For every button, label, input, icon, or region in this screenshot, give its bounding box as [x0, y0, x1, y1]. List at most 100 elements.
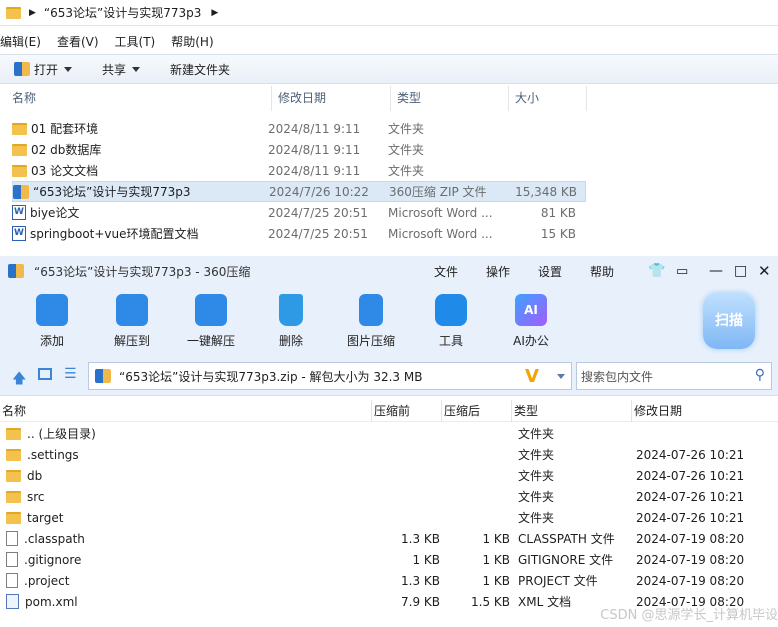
item-type: 文件夹: [388, 143, 425, 157]
col-before[interactable]: 压缩前: [372, 399, 442, 422]
chevron-right-icon[interactable]: ▶: [211, 8, 218, 18]
close-icon[interactable]: ✕: [758, 262, 771, 280]
add-button[interactable]: 添加: [17, 294, 87, 349]
table-row[interactable]: .settings 文件夹 2024-07-26 10:21: [0, 444, 778, 465]
ai-office-button[interactable]: AI AI办公: [496, 294, 566, 349]
item-name: biye论文: [30, 206, 80, 220]
row-name: .classpath: [24, 531, 85, 546]
folder-icon: [6, 490, 21, 503]
minimize-icon[interactable]: —: [709, 263, 723, 279]
row-before: 1 KB: [412, 552, 440, 567]
image-compress-button[interactable]: 图片压缩: [336, 294, 406, 349]
item-type: Microsoft Word ...: [388, 226, 493, 241]
tools-button[interactable]: 工具: [416, 294, 486, 349]
folder-icon: [6, 469, 21, 482]
extract-to-label: 解压到: [113, 334, 150, 348]
new-folder-button[interactable]: 新建文件夹: [162, 57, 238, 81]
zip-icon: [95, 369, 111, 383]
row-after: 1 KB: [482, 552, 510, 567]
table-row[interactable]: .project 1.3 KB 1 KB PROJECT 文件 2024-07-…: [0, 570, 778, 591]
menu-view[interactable]: 查看(V): [57, 33, 107, 50]
item-date: 2024/8/11 9:11: [268, 142, 361, 157]
item-date: 2024/8/11 9:11: [268, 121, 361, 136]
col-name[interactable]: 名称: [0, 86, 272, 111]
scan-button[interactable]: 扫描: [703, 293, 755, 349]
chevron-down-icon[interactable]: [557, 373, 565, 379]
table-row[interactable]: .classpath 1.3 KB 1 KB CLASSPATH 文件 2024…: [0, 528, 778, 549]
col-type[interactable]: 类型: [512, 399, 632, 422]
table-row[interactable]: .. (上级目录) 文件夹: [0, 423, 778, 444]
list-item[interactable]: Wspringboot+vue环境配置文档 2024/7/25 20:51 Mi…: [12, 223, 586, 244]
zip-icon: [13, 184, 29, 199]
share-button[interactable]: 共享: [94, 57, 148, 81]
explorer-address-bar[interactable]: ▶ “653论坛”设计与实现773p3 ▶: [0, 0, 778, 26]
up-arrow-icon[interactable]: 🡅: [12, 368, 26, 392]
one-click-extract-button[interactable]: 一键解压: [176, 294, 246, 349]
col-date[interactable]: 修改日期: [632, 400, 772, 422]
zip-titlebar: “653论坛”设计与实现773p3 - 360压缩 文件 操作 设置 帮助 👕 …: [0, 256, 778, 286]
folder-icon: [6, 448, 21, 461]
caret-down-icon: [132, 66, 141, 72]
folder-icon: [6, 427, 21, 440]
view-icon[interactable]: [38, 368, 52, 380]
list-item[interactable]: 01 配套环境 2024/8/11 9:11 文件夹: [12, 118, 586, 139]
maximize-icon[interactable]: □: [734, 263, 747, 279]
item-size: 15,348 KB: [515, 184, 577, 199]
table-row[interactable]: db 文件夹 2024-07-26 10:21: [0, 465, 778, 486]
search-input[interactable]: 搜索包内文件 ⚲: [576, 362, 772, 390]
list-item[interactable]: 02 db数据库 2024/8/11 9:11 文件夹: [12, 139, 586, 160]
row-name: .gitignore: [24, 552, 82, 567]
row-after: 1 KB: [482, 531, 510, 546]
item-size: 81 KB: [540, 205, 576, 220]
menu-file[interactable]: 文件: [434, 263, 458, 280]
row-date: 2024-07-26 10:21: [636, 447, 745, 462]
menu-tools[interactable]: 工具(T): [115, 33, 164, 50]
message-icon[interactable]: ▭: [676, 264, 688, 279]
explorer-menubar: 编辑(E) 查看(V) 工具(T) 帮助(H): [0, 30, 778, 52]
explorer-column-header: 名称 修改日期 类型 大小: [0, 86, 590, 111]
search-icon[interactable]: ⚲: [755, 367, 765, 383]
row-name: target: [27, 510, 64, 525]
file-icon: [6, 552, 18, 567]
col-size[interactable]: 大小: [509, 86, 587, 111]
menu-settings[interactable]: 设置: [538, 263, 562, 280]
search-placeholder: 搜索包内文件: [581, 369, 654, 384]
row-name: pom.xml: [25, 594, 78, 609]
table-row[interactable]: .gitignore 1 KB 1 KB GITIGNORE 文件 2024-0…: [0, 549, 778, 570]
menu-help[interactable]: 帮助: [590, 263, 614, 280]
open-button[interactable]: 打开: [6, 57, 80, 81]
item-type: 文件夹: [388, 164, 425, 178]
list-item[interactable]: Wbiye论文 2024/7/25 20:51 Microsoft Word .…: [12, 202, 586, 223]
col-date[interactable]: 修改日期: [272, 86, 391, 111]
col-after[interactable]: 压缩后: [442, 399, 512, 422]
menu-help[interactable]: 帮助(H): [171, 33, 221, 50]
table-row[interactable]: target 文件夹 2024-07-26 10:21: [0, 507, 778, 528]
table-row[interactable]: src 文件夹 2024-07-26 10:21: [0, 486, 778, 507]
v-logo-icon[interactable]: V: [525, 366, 539, 387]
shirt-icon[interactable]: 👕: [648, 263, 665, 279]
col-type[interactable]: 类型: [391, 86, 509, 111]
extract-to-button[interactable]: 解压到: [97, 294, 167, 349]
col-name[interactable]: 名称: [0, 399, 372, 422]
folder-icon: [12, 143, 27, 156]
delete-label: 删除: [278, 334, 303, 348]
add-icon: [36, 294, 68, 326]
extract-icon: [116, 294, 148, 326]
word-icon: W: [12, 205, 26, 220]
zip-path-field[interactable]: “653论坛”设计与实现773p3.zip - 解包大小为 32.3 MB V: [88, 362, 572, 390]
image-compress-label: 图片压缩: [346, 334, 395, 348]
row-type: 文件夹: [518, 427, 555, 441]
list-view-icon[interactable]: ☰: [64, 366, 77, 382]
folder-icon: [6, 511, 21, 524]
watermark: CSDN @思源学长_计算机毕设: [600, 608, 778, 623]
menu-edit[interactable]: 编辑(E): [0, 33, 49, 50]
new-folder-label: 新建文件夹: [170, 62, 231, 77]
list-item-selected[interactable]: “653论坛”设计与实现773p3 2024/7/26 10:22 360压缩 …: [12, 181, 586, 202]
path-segment[interactable]: “653论坛”设计与实现773p3: [44, 4, 202, 21]
open-label: 打开: [34, 62, 59, 77]
delete-button[interactable]: 删除: [256, 294, 326, 349]
file-icon: [6, 531, 18, 546]
item-name: 03 论文文档: [31, 164, 99, 178]
menu-action[interactable]: 操作: [486, 263, 510, 280]
list-item[interactable]: 03 论文文档 2024/8/11 9:11 文件夹: [12, 160, 586, 181]
